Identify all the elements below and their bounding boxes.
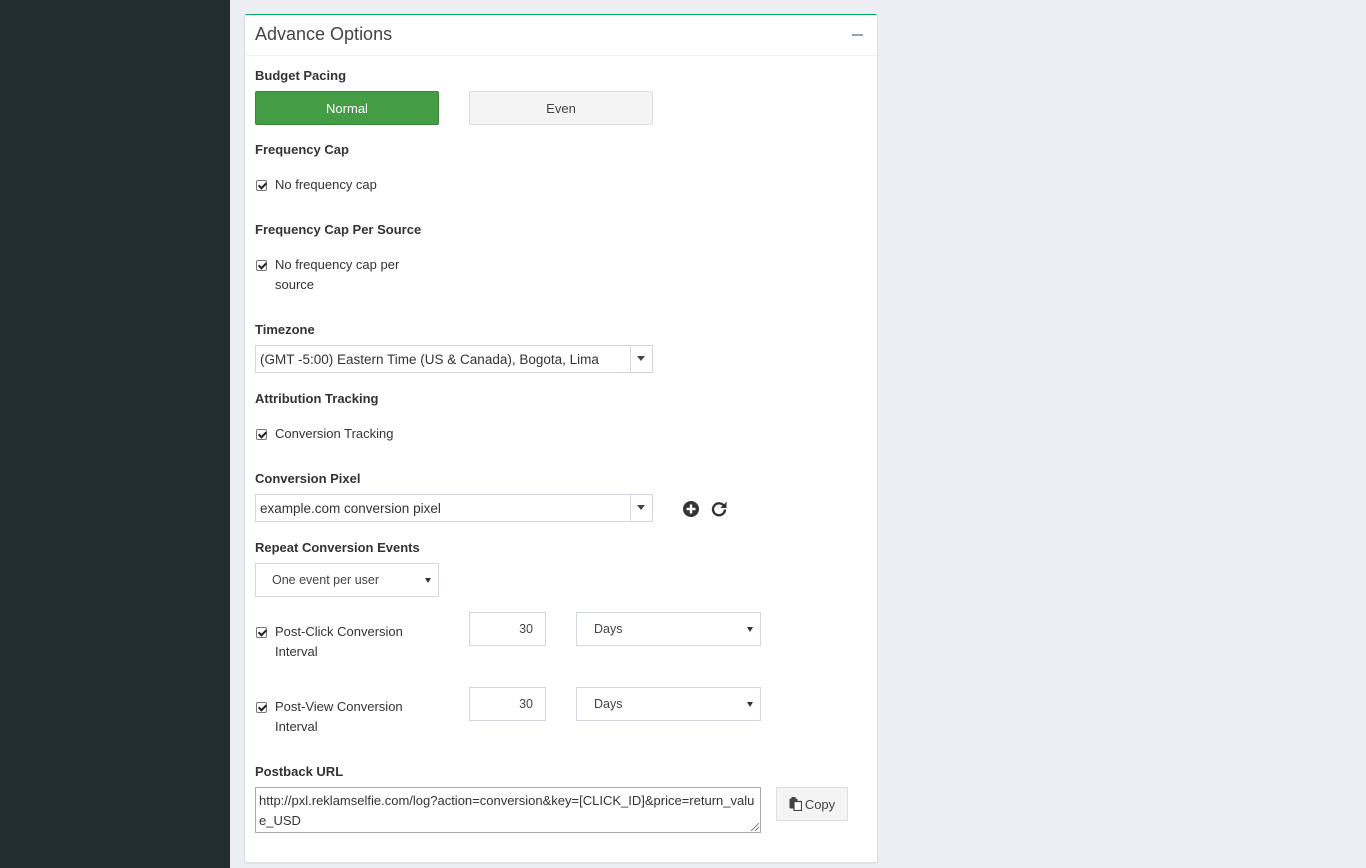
no-frequency-cap-source-text: No frequency cap per source — [275, 257, 400, 292]
postback-url-label: Postback URL — [255, 764, 344, 779]
no-frequency-cap-text: No frequency cap — [275, 177, 377, 192]
budget-pacing-label: Budget Pacing — [255, 68, 347, 83]
repeat-events-select[interactable]: One event per user — [255, 563, 439, 597]
postback-url-textarea[interactable]: http://pxl.reklamselfie.com/log?action=c… — [255, 787, 761, 833]
caret-down-icon — [425, 578, 431, 583]
post-view-interval-input[interactable]: 30 — [469, 687, 546, 721]
repeat-events-value: One event per user — [272, 573, 380, 587]
no-frequency-cap-checkbox[interactable] — [256, 180, 267, 191]
post-view-checkbox[interactable] — [256, 702, 267, 713]
resize-handle[interactable] — [751, 823, 759, 831]
conversion-pixel-value: example.com conversion pixel — [260, 501, 441, 516]
post-view-text: Post-View Conversion Interval — [275, 699, 403, 734]
budget-normal-button[interactable]: Normal — [255, 91, 439, 125]
conversion-tracking-checkbox[interactable] — [256, 429, 267, 440]
conversion-pixel-label: Conversion Pixel — [255, 471, 361, 486]
attribution-label: Attribution Tracking — [255, 391, 379, 406]
conversion-tracking-text: Conversion Tracking — [275, 426, 394, 441]
repeat-events-label: Repeat Conversion Events — [255, 540, 420, 555]
no-frequency-cap-source-checkbox[interactable] — [256, 260, 267, 271]
frequency-cap-source-label: Frequency Cap Per Source — [255, 222, 422, 237]
copy-button-label: Copy — [804, 796, 836, 812]
post-click-unit-select[interactable]: Days — [576, 612, 761, 646]
conversion-pixel-select[interactable]: example.com conversion pixel — [255, 494, 653, 522]
post-view-unit-select[interactable]: Days — [576, 687, 761, 721]
timezone-value: (GMT -5:00) Eastern Time (US & Canada), … — [260, 352, 599, 367]
timezone-select[interactable]: (GMT -5:00) Eastern Time (US & Canada), … — [255, 345, 653, 373]
collapse-icon[interactable] — [852, 34, 863, 36]
chevron-down-icon — [630, 495, 652, 521]
chevron-down-icon — [630, 346, 652, 372]
frequency-cap-label: Frequency Cap — [255, 142, 349, 157]
panel-header: Advance Options — [245, 15, 877, 56]
post-click-text: Post-Click Conversion Interval — [275, 624, 403, 659]
post-view-interval-value: 30 — [519, 697, 533, 711]
refresh-icon[interactable] — [710, 500, 728, 518]
clipboard-icon — [789, 797, 802, 811]
postback-url-value: http://pxl.reklamselfie.com/log?action=c… — [259, 793, 755, 828]
copy-button[interactable]: Copy — [776, 787, 848, 821]
post-click-interval-input[interactable]: 30 — [469, 612, 546, 646]
caret-down-icon — [747, 702, 753, 707]
plus-circle-icon[interactable] — [682, 500, 700, 518]
post-click-interval-value: 30 — [519, 622, 533, 636]
post-click-unit-value: Days — [594, 622, 623, 636]
post-click-checkbox[interactable] — [256, 627, 267, 638]
post-view-unit-value: Days — [594, 697, 623, 711]
budget-even-button[interactable]: Even — [469, 91, 653, 125]
sidebar — [0, 0, 230, 868]
panel-title: Advance Options — [255, 24, 393, 44]
timezone-label: Timezone — [255, 322, 315, 337]
caret-down-icon — [747, 627, 753, 632]
